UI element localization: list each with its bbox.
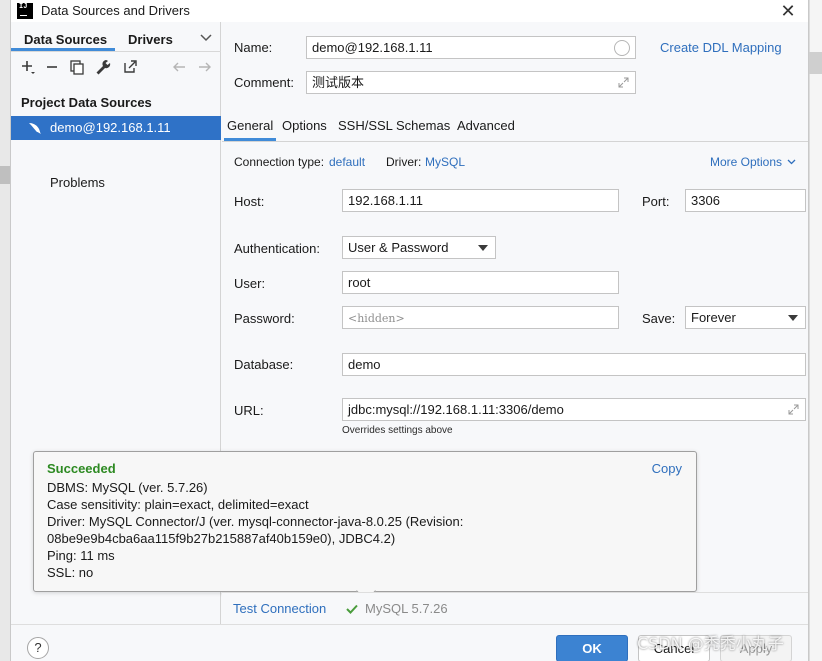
help-button[interactable]: ? bbox=[27, 637, 49, 659]
problems-item[interactable]: Problems bbox=[50, 175, 105, 190]
test-result-version: MySQL 5.7.26 bbox=[365, 601, 448, 616]
save-select[interactable]: Forever bbox=[685, 306, 806, 329]
host-field[interactable]: 192.168.1.11 bbox=[342, 189, 619, 212]
tab-options[interactable]: Options bbox=[282, 118, 327, 133]
tab-advanced[interactable]: Advanced bbox=[457, 118, 515, 133]
remove-icon[interactable] bbox=[43, 58, 61, 76]
general-tab-indicator bbox=[224, 138, 276, 141]
forward-arrow-icon[interactable] bbox=[196, 58, 214, 76]
open-external-icon[interactable] bbox=[121, 58, 139, 76]
database-field[interactable]: demo bbox=[342, 353, 806, 376]
result-line: Driver: MySQL Connector/J (ver. mysql-co… bbox=[47, 514, 464, 529]
background-left-marker bbox=[0, 166, 10, 184]
settings-tabs: General Options SSH/SSL Schemas Advanced bbox=[222, 116, 808, 142]
port-label: Port: bbox=[642, 194, 670, 209]
mysql-dolphin-icon bbox=[29, 123, 41, 134]
save-label: Save: bbox=[642, 311, 676, 326]
background-left-strip bbox=[0, 0, 10, 661]
chevron-down-icon bbox=[787, 159, 796, 165]
tab-general[interactable]: General bbox=[227, 118, 273, 133]
user-value: root bbox=[348, 275, 371, 290]
ok-button[interactable]: OK bbox=[556, 635, 628, 661]
host-label: Host: bbox=[234, 194, 265, 209]
connection-result-popup: Succeeded Copy DBMS: MySQL (ver. 5.7.26)… bbox=[33, 451, 697, 601]
tab-data-sources[interactable]: Data Sources bbox=[24, 32, 107, 47]
user-field[interactable]: root bbox=[342, 271, 619, 294]
result-line: 08be9e9b4cba6aa115f9b27b215887af40b159e0… bbox=[47, 531, 396, 546]
result-line: Ping: 11 ms bbox=[47, 548, 115, 563]
sidebar-toolbar bbox=[11, 52, 221, 82]
close-icon[interactable]: ✕ bbox=[778, 1, 798, 21]
dropdown-arrow-icon bbox=[788, 315, 798, 321]
comment-label: Comment: bbox=[234, 75, 294, 90]
background-scrollbar[interactable] bbox=[809, 0, 822, 661]
back-arrow-icon[interactable] bbox=[170, 58, 188, 76]
connection-type-label: Connection type: bbox=[234, 155, 325, 169]
expand-icon[interactable] bbox=[787, 403, 800, 416]
port-field[interactable]: 3306 bbox=[685, 189, 806, 212]
more-options-label: More Options bbox=[710, 155, 783, 169]
datasource-label: demo@192.168.1.11 bbox=[50, 120, 171, 135]
datasource-item-demo[interactable]: demo@192.168.1.11 bbox=[11, 116, 221, 140]
password-label: Password: bbox=[234, 311, 295, 326]
result-line: Case sensitivity: plain=exact, delimited… bbox=[47, 497, 309, 512]
dropdown-arrow-icon bbox=[478, 245, 488, 251]
comment-field[interactable]: 测试版本 bbox=[306, 71, 636, 94]
duplicate-icon[interactable] bbox=[68, 58, 86, 76]
expand-icon[interactable] bbox=[617, 76, 630, 89]
connection-type-link[interactable]: default bbox=[329, 155, 365, 169]
name-value: demo@192.168.1.11 bbox=[312, 40, 433, 55]
title-bar: IJ Data Sources and Drivers ✕ bbox=[11, 0, 808, 22]
connection-status: Succeeded bbox=[47, 461, 116, 476]
sidebar-tabs: Data Sources Drivers bbox=[11, 22, 221, 52]
add-icon[interactable] bbox=[19, 58, 37, 76]
driver-link[interactable]: MySQL bbox=[425, 155, 465, 169]
tab-drivers[interactable]: Drivers bbox=[128, 32, 173, 47]
chevron-down-icon[interactable] bbox=[199, 31, 213, 45]
url-field[interactable]: jdbc:mysql://192.168.1.11:3306/demo bbox=[342, 398, 806, 421]
window-title: Data Sources and Drivers bbox=[41, 3, 190, 18]
create-ddl-mapping-link[interactable]: Create DDL Mapping bbox=[660, 40, 782, 55]
driver-label: Driver: bbox=[386, 155, 422, 169]
result-line: SSL: no bbox=[47, 565, 94, 580]
password-placeholder: <hidden> bbox=[348, 312, 405, 325]
test-connection-link[interactable]: Test Connection bbox=[233, 601, 326, 616]
result-line: DBMS: MySQL (ver. 5.7.26) bbox=[47, 480, 208, 495]
test-connection-row: Test Connection MySQL 5.7.26 bbox=[222, 592, 808, 624]
authentication-value: User & Password bbox=[348, 240, 449, 255]
url-value: jdbc:mysql://192.168.1.11:3306/demo bbox=[348, 402, 564, 417]
color-picker-icon[interactable] bbox=[614, 40, 630, 56]
name-label: Name: bbox=[234, 40, 273, 55]
more-options-link[interactable]: More Options bbox=[710, 155, 796, 169]
comment-value: 测试版本 bbox=[312, 75, 365, 90]
save-value: Forever bbox=[691, 310, 736, 325]
url-hint: Overrides settings above bbox=[342, 425, 453, 436]
project-data-sources-heading: Project Data Sources bbox=[21, 95, 152, 110]
host-value: 192.168.1.11 bbox=[348, 193, 423, 208]
database-label: Database: bbox=[234, 357, 294, 372]
database-value: demo bbox=[348, 357, 381, 372]
data-sources-dialog: IJ Data Sources and Drivers ✕ Data Sourc… bbox=[10, 0, 809, 661]
copy-link[interactable]: Copy bbox=[652, 461, 682, 476]
watermark: CSDN @秃秃小丸子 bbox=[637, 634, 784, 653]
intellij-app-icon: IJ bbox=[17, 3, 33, 19]
password-field[interactable]: <hidden> bbox=[342, 306, 619, 329]
tab-schemas[interactable]: Schemas bbox=[396, 118, 450, 133]
authentication-label: Authentication: bbox=[234, 241, 321, 256]
checkmark-icon bbox=[346, 604, 358, 614]
url-label: URL: bbox=[234, 403, 264, 418]
authentication-select[interactable]: User & Password bbox=[342, 236, 496, 259]
user-label: User: bbox=[234, 276, 266, 291]
name-field[interactable]: demo@192.168.1.11 bbox=[306, 36, 636, 59]
port-value: 3306 bbox=[691, 193, 720, 208]
wrench-icon[interactable] bbox=[94, 58, 112, 76]
active-tab-indicator bbox=[11, 48, 115, 51]
tab-ssh-ssl[interactable]: SSH/SSL bbox=[338, 118, 393, 133]
background-scrollbar-thumb[interactable] bbox=[809, 52, 822, 74]
